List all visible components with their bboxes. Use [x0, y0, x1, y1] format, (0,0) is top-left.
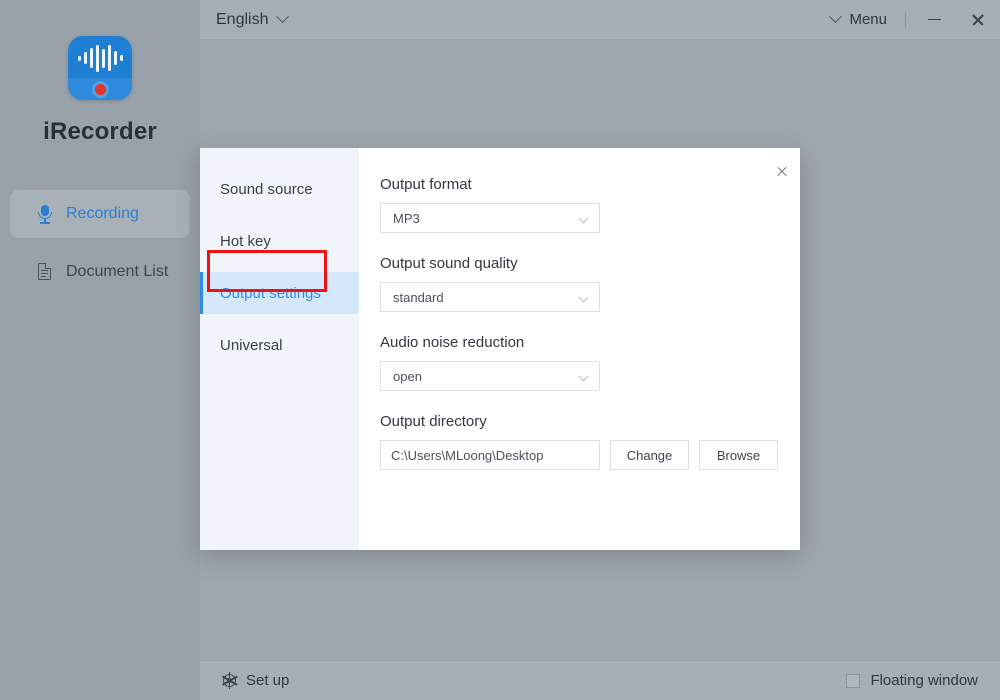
title-bar: English Menu: [200, 0, 1000, 40]
settings-panel: Output format MP3 Output sound quality s…: [359, 148, 800, 550]
tab-label: Output settings: [220, 284, 321, 302]
waveform-bars: [68, 36, 132, 80]
floating-window-toggle[interactable]: Floating window: [846, 672, 978, 689]
close-icon: [971, 13, 985, 27]
menu-label: Menu: [849, 11, 887, 28]
chevron-down-icon: [578, 292, 589, 303]
change-directory-button[interactable]: Change: [610, 440, 689, 470]
field-output-directory: Output directory C:\Users\MLoong\Desktop…: [380, 413, 778, 470]
settings-tab-list: Sound source Hot key Output settings Uni…: [200, 148, 359, 550]
output-format-value: MP3: [393, 210, 420, 226]
tab-label: Sound source: [220, 180, 313, 198]
tab-hot-key[interactable]: Hot key: [200, 220, 359, 262]
tab-label: Hot key: [220, 232, 271, 250]
field-label: Output directory: [380, 413, 487, 430]
app-title: iRecorder: [43, 118, 157, 145]
setup-label: Set up: [246, 672, 290, 689]
setup-button[interactable]: Set up: [221, 672, 290, 689]
browse-label: Browse: [716, 447, 761, 463]
sidebar-item-label: Document List: [66, 263, 169, 280]
sidebar-item-label: Recording: [66, 205, 139, 222]
output-format-select[interactable]: MP3: [380, 203, 600, 233]
app-window: iRecorder Recording Document List Englis…: [0, 0, 1000, 700]
record-dot-icon: [94, 83, 106, 95]
sidebar: iRecorder Recording Document List: [0, 0, 200, 700]
chevron-down-icon: [829, 10, 843, 24]
language-label: English: [216, 10, 269, 28]
settings-dialog: Sound source Hot key Output settings Uni…: [200, 148, 800, 550]
field-label: Output format: [380, 176, 472, 193]
field-output-sound-quality: Output sound quality standard: [380, 255, 778, 312]
tab-sound-source[interactable]: Sound source: [200, 168, 359, 210]
sidebar-item-document-list[interactable]: Document List: [10, 248, 190, 296]
sidebar-nav: Recording Document List: [0, 190, 200, 296]
output-directory-value: C:\Users\MLoong\Desktop: [391, 447, 544, 463]
change-label: Change: [626, 447, 673, 463]
minimize-icon: [927, 18, 941, 21]
close-dialog-button[interactable]: [770, 160, 794, 184]
sidebar-item-recording[interactable]: Recording: [10, 190, 190, 238]
close-window-button[interactable]: [956, 0, 1000, 40]
record-dot-band: [68, 78, 132, 100]
gear-icon: [221, 672, 238, 689]
floating-window-checkbox[interactable]: [846, 673, 861, 688]
tab-universal[interactable]: Universal: [200, 324, 359, 366]
status-bar: Set up Floating window: [200, 660, 1000, 700]
output-directory-input[interactable]: C:\Users\MLoong\Desktop: [380, 440, 600, 470]
tab-output-settings[interactable]: Output settings: [200, 272, 359, 314]
tab-label: Universal: [220, 336, 283, 354]
field-output-format: Output format MP3: [380, 176, 778, 233]
output-directory-row: C:\Users\MLoong\Desktop Change Browse: [380, 440, 778, 470]
field-label: Output sound quality: [380, 255, 518, 272]
output-sound-quality-select[interactable]: standard: [380, 282, 600, 312]
menu-button[interactable]: Menu: [819, 10, 899, 28]
language-selector[interactable]: English: [216, 10, 290, 29]
floating-window-label: Floating window: [870, 672, 978, 689]
browse-directory-button[interactable]: Browse: [699, 440, 778, 470]
field-label: Audio noise reduction: [380, 334, 525, 351]
chevron-down-icon: [578, 213, 589, 224]
chevron-down-icon: [276, 10, 290, 24]
document-icon: [36, 262, 54, 282]
audio-noise-reduction-select[interactable]: open: [380, 361, 600, 391]
field-audio-noise-reduction: Audio noise reduction open: [380, 334, 778, 391]
minimize-button[interactable]: [912, 0, 956, 40]
divider: [905, 11, 906, 28]
window-controls: Menu: [819, 0, 1000, 39]
audio-noise-reduction-value: open: [393, 368, 422, 384]
output-sound-quality-value: standard: [393, 289, 444, 305]
app-logo-icon: [68, 36, 132, 100]
microphone-icon: [36, 204, 54, 224]
chevron-down-icon: [578, 371, 589, 382]
close-icon: [776, 166, 788, 178]
